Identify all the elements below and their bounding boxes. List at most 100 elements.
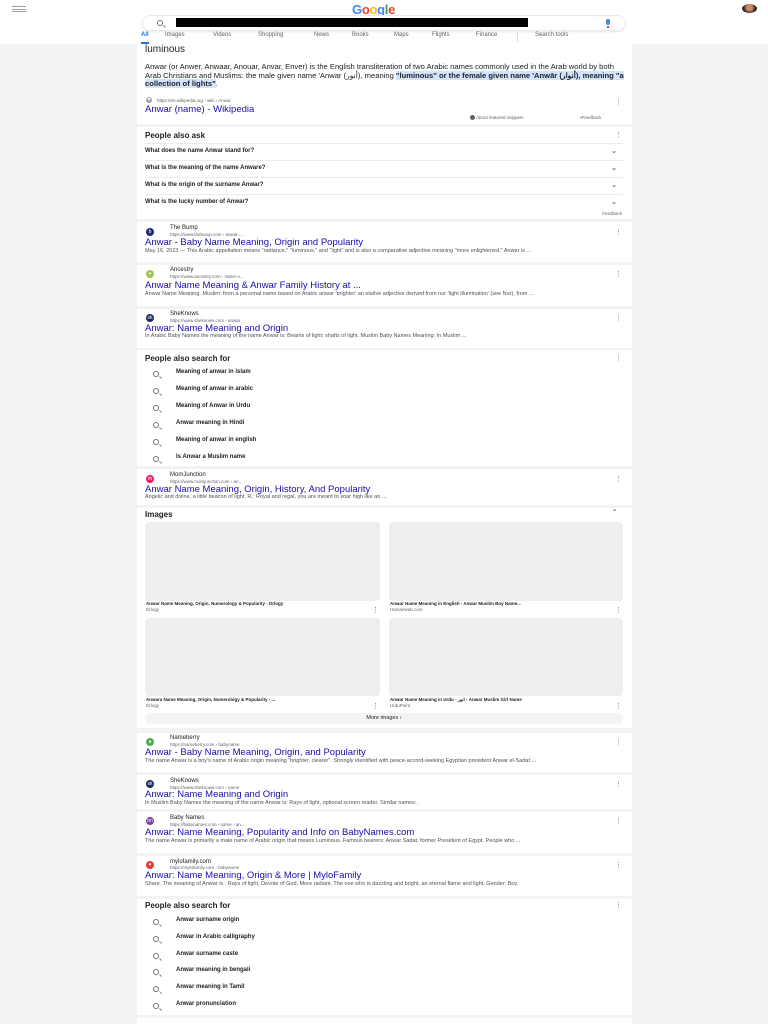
tab-maps[interactable]: Maps (394, 32, 409, 38)
more-options-icon[interactable]: ⋮ (615, 780, 622, 788)
search-result: bn Baby Names https://babynames.com › na… (137, 812, 632, 853)
more-options-icon[interactable]: ⋮ (615, 901, 622, 909)
related-search-item[interactable]: Anwar meaning in bengali (145, 964, 623, 981)
more-options-icon[interactable]: ⋮ (615, 131, 622, 139)
image-caption[interactable]: Anwara Name Meaning, Origin, Numerology … (146, 697, 275, 702)
result-snippet: Angelic and divine, a little beacon of l… (145, 494, 387, 500)
result-url[interactable]: https://www.ancestry.com › name-o... (170, 274, 244, 279)
feedback-link[interactable]: ▪Feedback (580, 115, 601, 120)
more-options-icon[interactable]: ⋮ (615, 98, 622, 106)
tab-videos[interactable]: Videos (213, 32, 231, 38)
snippet-url[interactable]: https://en.wikipedia.org › wiki › Anwar (157, 98, 231, 103)
snippet-title-link[interactable]: Anwar (name) - Wikipedia (145, 104, 254, 115)
more-options-icon[interactable]: ⋮ (615, 228, 622, 236)
related-search-item[interactable]: Meaning of anwar in islam (145, 366, 623, 383)
arrow-right-icon: › (399, 715, 402, 721)
more-options-icon[interactable]: ⋮ (615, 702, 622, 710)
result-title-link[interactable]: Anwar: Name Meaning and Origin (145, 789, 288, 800)
result-snippet: The name Anwar is primarily a male name … (145, 838, 521, 844)
about-featured-snippets-link[interactable]: About featured snippets (470, 115, 524, 121)
redacted-query (176, 18, 528, 27)
search-tools-button[interactable]: Search tools (535, 32, 568, 38)
related-search-item[interactable]: Anwar surname caste (145, 948, 623, 965)
chevron-down-icon: ⌄ (611, 182, 617, 189)
image-thumbnail[interactable] (145, 522, 380, 601)
paa-question[interactable]: What is the origin of the surname Anwar?… (145, 177, 623, 194)
people-also-search-for: People also search for ⋮ Meaning of anwa… (137, 350, 632, 466)
paa-question[interactable]: What is the meaning of the name Anware? ⌄ (145, 160, 623, 177)
search-input[interactable] (142, 15, 626, 31)
related-search-item[interactable]: Anwar pronunciation (145, 998, 623, 1015)
related-search-item[interactable]: Meaning of Anwar in Urdu (145, 400, 623, 417)
result-snippet: Anwar Name Meaning. Muslim: from a perso… (145, 291, 534, 297)
result-title-link[interactable]: Anwar Name Meaning & Anwar Family Histor… (145, 280, 361, 291)
related-search-item[interactable]: Anwar meaning in Hindi (145, 417, 623, 434)
search-icon (153, 1003, 159, 1009)
momjunction-favicon-icon: m (146, 475, 154, 483)
more-images-button[interactable]: More images › (145, 713, 623, 724)
more-options-icon[interactable]: ⋮ (615, 270, 622, 278)
hamburger-menu-icon[interactable] (12, 6, 26, 12)
search-icon (153, 456, 159, 462)
image-source: Drlogy (146, 703, 160, 708)
image-thumbnail[interactable] (389, 618, 623, 696)
avatar[interactable] (742, 4, 757, 13)
top-bar: Google All Images Videos Shopping News B… (0, 0, 768, 44)
chevron-down-icon: ⌄ (611, 165, 617, 172)
tab-books[interactable]: Books (352, 32, 369, 38)
image-thumbnail[interactable] (389, 522, 623, 601)
tab-all[interactable]: All (141, 32, 149, 44)
image-thumbnail[interactable] (145, 618, 380, 696)
search-result: m MomJunction https://www.momjunction.co… (137, 469, 632, 505)
more-options-icon[interactable]: ⋮ (615, 817, 622, 825)
image-source: Hamariweb.com (390, 607, 423, 612)
microphone-icon[interactable] (606, 19, 610, 28)
more-options-icon[interactable]: ⋮ (615, 861, 622, 869)
search-icon (153, 371, 159, 377)
related-search-item[interactable]: Meaning of anwar in arabic (145, 383, 623, 400)
search-icon (153, 919, 159, 925)
more-options-icon[interactable]: ⋮ (372, 606, 379, 614)
result-title-link[interactable]: Anwar: Name Meaning, Popularity and Info… (145, 827, 414, 838)
related-search-item[interactable]: Is Anwar a Muslim name (145, 451, 623, 468)
tab-flights[interactable]: Flights (432, 32, 450, 38)
result-source: SheKnows (170, 311, 199, 317)
more-options-icon[interactable]: ⋮ (615, 354, 622, 362)
more-options-icon[interactable]: ⋮ (615, 475, 622, 483)
more-options-icon[interactable]: ⋮ (615, 606, 622, 614)
more-options-icon[interactable]: ⋮ (615, 314, 622, 322)
tab-finance[interactable]: Finance (476, 32, 497, 38)
search-icon (157, 20, 163, 26)
paa-heading: People also ask (145, 131, 206, 140)
result-title-link[interactable]: Anwar - Baby Name Meaning, Origin, and P… (145, 747, 366, 758)
related-search-item[interactable]: Anwar meaning in Tamil (145, 981, 623, 998)
more-options-icon[interactable]: ⋮ (615, 738, 622, 746)
sheknows-favicon-icon: sk (146, 314, 154, 322)
image-caption[interactable]: Anwar Name Meaning, Origin, Numerology &… (146, 601, 283, 606)
result-title-link[interactable]: Anwar: Name Meaning, Origin & More | Myl… (145, 870, 361, 881)
nameberry-favicon-icon: ● (146, 738, 154, 746)
image-caption[interactable]: Anwar Name Meaning in English - Anwar Mu… (390, 601, 521, 606)
related-search-item[interactable]: Anwar surname origin (145, 914, 623, 931)
more-options-icon[interactable]: ⋮ (372, 702, 379, 710)
chevron-down-icon: ⌄ (611, 148, 617, 155)
search-icon (153, 388, 159, 394)
paa-question[interactable]: What does the name Anwar stand for? ⌄ (145, 143, 623, 160)
search-icon (153, 986, 159, 992)
result-title-link[interactable]: Anwar - Baby Name Meaning, Origin and Po… (145, 237, 363, 248)
search-icon (153, 936, 159, 942)
related-search-item[interactable]: Meaning of anwar in english (145, 434, 623, 451)
tab-news[interactable]: News (314, 32, 329, 38)
paa-question[interactable]: What is the lucky number of Anwar? ⌄ (145, 194, 623, 211)
search-result: ✦ Ancestry https://www.ancestry.com › na… (137, 265, 632, 306)
paa-feedback-link[interactable]: Feedback (602, 211, 622, 216)
related-search-item[interactable]: Anwar in Arabic calligraphy (145, 931, 623, 948)
pas-heading: People also search for (145, 901, 231, 910)
result-source: Baby Names (170, 815, 205, 821)
search-result: sk SheKnows https://www.sheknows.com › a… (137, 309, 632, 348)
tab-images[interactable]: Images (165, 32, 185, 38)
pas-heading: People also search for (145, 354, 231, 363)
chevron-up-icon[interactable]: ⌃ (611, 508, 618, 517)
sheknows-favicon-icon: sk (146, 780, 154, 788)
tab-shopping[interactable]: Shopping (258, 32, 283, 38)
